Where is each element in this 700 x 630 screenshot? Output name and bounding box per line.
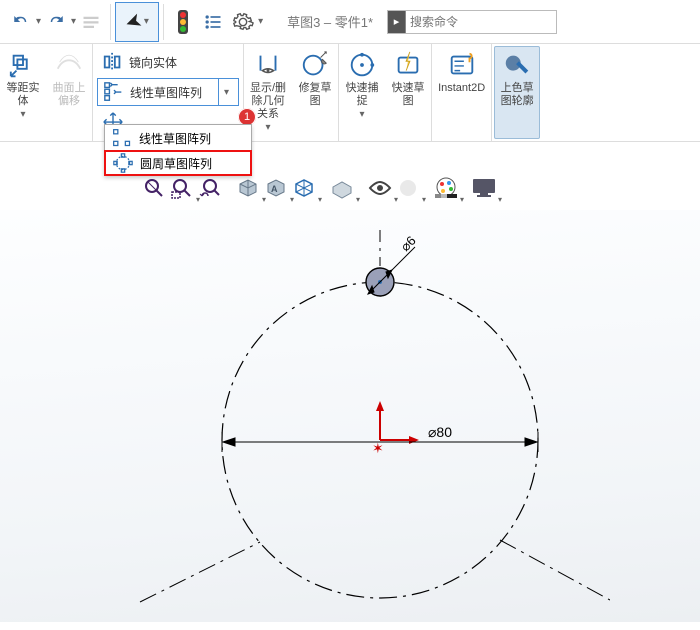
instant2d-button[interactable]: Instant2D xyxy=(432,44,491,141)
offset-on-surface-label: 曲面上偏移 xyxy=(53,82,86,108)
undo-button[interactable] xyxy=(7,8,35,36)
command-search-box[interactable]: ▸ xyxy=(387,10,557,34)
pattern-dropdown: 线性草图阵列 圆周草图阵列 xyxy=(104,124,252,176)
linear-pattern-chevron[interactable]: ▾ xyxy=(218,79,234,105)
shaded-sketch-contour-label: 上色草图轮廓 xyxy=(501,82,534,108)
zoom-fit-button[interactable] xyxy=(140,173,168,203)
list-icon[interactable] xyxy=(199,8,227,36)
dropdown-item-label: 圆周草图阵列 xyxy=(140,155,212,172)
section-view-button[interactable]: ▾ xyxy=(234,173,262,203)
repair-sketch-icon xyxy=(300,50,330,80)
view-settings-disabled-icon: ▾ xyxy=(394,173,422,203)
quick-snap-icon xyxy=(347,50,377,80)
document-title: 草图3 – 零件1* xyxy=(287,12,373,31)
linear-pattern-button[interactable]: 线性草图阵列 ▾ xyxy=(97,78,239,106)
dimension-diameter-small: ⌀6 xyxy=(398,233,419,254)
rapid-sketch-icon xyxy=(393,50,423,80)
search-prompt-icon: ▸ xyxy=(388,11,406,33)
offset-on-surface-button: 曲面上偏移 xyxy=(46,44,92,141)
zoom-area-button[interactable]: ▾ xyxy=(168,173,196,203)
dimension-diameter-main: ⌀80 xyxy=(428,424,452,440)
shaded-sketch-contour-button[interactable]: 上色草图轮廓 xyxy=(494,46,540,139)
cursor-arrow-icon: ➤ xyxy=(121,7,145,36)
graphics-canvas[interactable]: ⌀6 ✶ ⌀80 xyxy=(0,210,700,622)
svg-text:A: A xyxy=(271,184,278,194)
appearance-button[interactable]: ▾ xyxy=(432,173,460,203)
offset-icon xyxy=(8,50,38,80)
instant2d-label: Instant2D xyxy=(438,82,485,95)
view-visibility-button[interactable]: ▾ xyxy=(366,173,394,203)
circular-pattern-icon xyxy=(112,152,134,174)
quick-snap-label: 快速捕捉 xyxy=(346,82,379,108)
redo-chevron-icon[interactable]: ▾ xyxy=(71,16,76,27)
redo-button[interactable] xyxy=(42,8,70,36)
chevron-down-icon: ▾ xyxy=(266,122,271,133)
rapid-sketch-label: 快速草图 xyxy=(392,82,425,108)
display-relations-icon xyxy=(253,50,283,80)
sketch-drawing: ⌀6 ✶ ⌀80 xyxy=(50,230,610,630)
viewport-button[interactable]: ▾ xyxy=(470,173,498,203)
mirror-entities-button[interactable]: 镜向实体 xyxy=(97,48,239,76)
undo-chevron-icon[interactable]: ▾ xyxy=(36,16,41,27)
command-search-input[interactable] xyxy=(406,15,556,29)
mirror-entities-label: 镜向实体 xyxy=(129,54,177,71)
offset-entities-button[interactable]: 等距实体 ▾ xyxy=(0,44,46,141)
options-chevron-icon[interactable]: ▾ xyxy=(258,16,263,27)
mirror-icon xyxy=(101,50,125,74)
options-gear-button[interactable] xyxy=(229,8,257,36)
chevron-down-icon: ▾ xyxy=(360,109,365,120)
dropdown-item-linear-pattern[interactable]: 线性草图阵列 xyxy=(105,125,251,151)
dropdown-item-circular-pattern[interactable]: 圆周草图阵列 xyxy=(104,150,252,176)
linear-pattern-label: 线性草图阵列 xyxy=(130,84,202,101)
linear-pattern-icon xyxy=(111,127,133,149)
shaded-contour-icon xyxy=(502,50,532,80)
select-chevron-icon: ▾ xyxy=(144,16,149,27)
traffic-light-icon[interactable] xyxy=(169,8,197,36)
dropdown-item-label: 线性草图阵列 xyxy=(139,130,211,147)
repair-sketch-button[interactable]: 修复草图 xyxy=(292,44,338,141)
instant2d-icon xyxy=(447,50,477,80)
qat-more-icon xyxy=(77,8,105,36)
offset-entities-label: 等距实体 xyxy=(7,82,40,108)
select-tool-button[interactable]: ➤ ▾ xyxy=(115,2,159,42)
previous-view-button[interactable] xyxy=(196,173,224,203)
display-style-button[interactable]: ▾ xyxy=(290,173,318,203)
rapid-sketch-button[interactable]: 快速草图 xyxy=(385,44,431,141)
linear-pattern-icon xyxy=(102,80,126,104)
repair-sketch-label: 修复草图 xyxy=(299,82,332,108)
chevron-down-icon: ▾ xyxy=(20,109,25,120)
hide-show-button[interactable]: ▾ xyxy=(328,173,356,203)
view-orientation-button[interactable]: A▾ xyxy=(262,173,290,203)
surface-offset-icon xyxy=(54,50,84,80)
quick-snap-button[interactable]: 快速捕捉 ▾ xyxy=(339,44,385,141)
